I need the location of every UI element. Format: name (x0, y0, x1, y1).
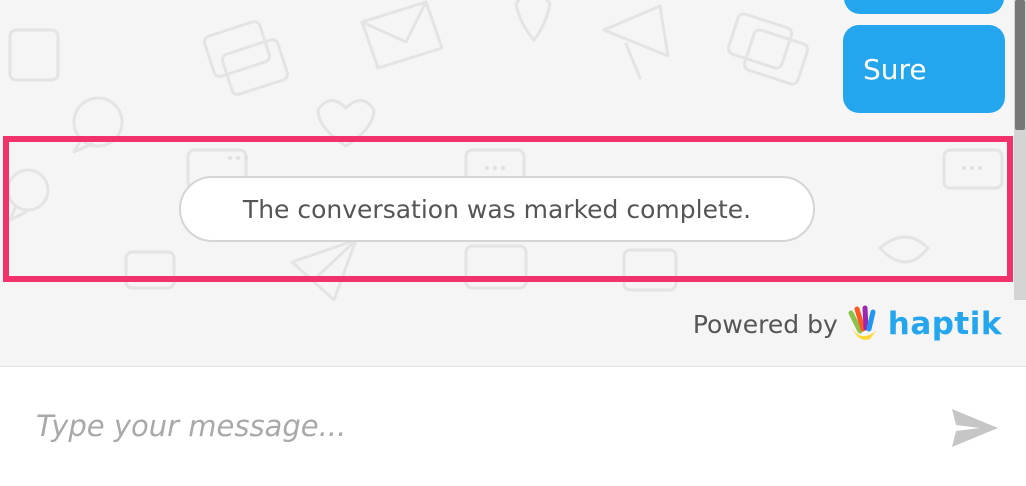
conversation-status-pill: The conversation was marked complete. (179, 176, 815, 242)
message-input[interactable] (36, 401, 916, 451)
previous-message-bubble (844, 0, 1004, 14)
chat-window: Sure The conversation was marked complet… (0, 0, 1026, 486)
send-icon (952, 409, 998, 447)
hand-logo-icon (848, 305, 876, 340)
conversation-status-text: The conversation was marked complete. (242, 194, 752, 224)
user-message-bubble: Sure (843, 25, 1005, 113)
haptik-brand-name: haptik (887, 306, 1002, 342)
message-text: Sure (863, 52, 927, 86)
message-composer (0, 366, 1026, 486)
send-button[interactable] (946, 405, 1004, 451)
powered-by-footer[interactable]: Powered by haptik (693, 301, 1002, 347)
powered-by-label: Powered by (692, 309, 838, 339)
chat-scrollbar-thumb[interactable] (1015, 0, 1025, 130)
